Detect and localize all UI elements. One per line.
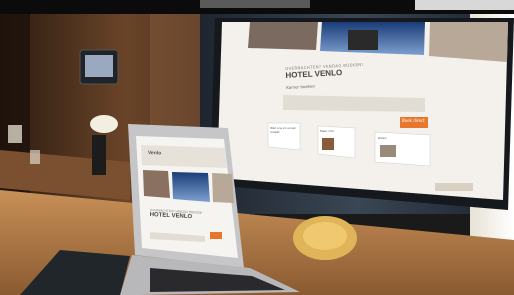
screen-photo-lobby (248, 22, 318, 50)
screen-card-3-thumb (380, 145, 396, 157)
screen-card-2-thumb (322, 138, 334, 150)
laptop-book-button (210, 232, 222, 239)
laptop-logo: Venlo (147, 150, 162, 157)
screen-text-group: OVERNACHTEN? VANDAG BOEKEN! HOTEL VENLO … (285, 62, 365, 90)
photo-scene: OVERNACHTEN? VANDAG BOEKEN! HOTEL VENLO … (0, 0, 514, 295)
hotel-building (348, 30, 378, 50)
chair-highlight (303, 222, 347, 250)
screen-footer-icons (435, 183, 473, 191)
screen-photo-restaurant (429, 22, 508, 62)
wall-monitor-screen (85, 55, 113, 77)
screen-form-bar (283, 95, 425, 112)
top-thumb (200, 0, 310, 8)
scene-svg (0, 0, 514, 295)
laptop-photo-restaurant (212, 173, 234, 203)
top-thumb (415, 0, 514, 10)
flowers (90, 115, 118, 133)
laptop-photo-lobby (143, 170, 170, 198)
glass (8, 125, 22, 143)
screen-card-2-title: Meer info (320, 129, 335, 133)
screen-card-1-title: Wat ons zo uniek maakt (270, 126, 296, 134)
laptop-text-group: Venlo (148, 150, 162, 156)
laptop-photo-hotel (172, 172, 210, 202)
laptop-header-bar (141, 145, 227, 168)
desk-phone (92, 135, 106, 175)
screen-card-3-title: Zalen (378, 136, 387, 140)
screen-book-label: Boek direct (402, 118, 425, 123)
glass (30, 150, 40, 164)
